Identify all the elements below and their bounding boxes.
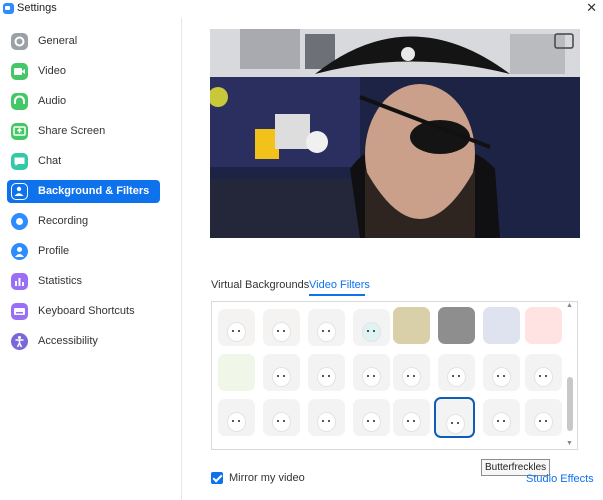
filter-face-icon [493, 413, 510, 431]
zoom-app-icon [3, 3, 14, 14]
camera-icon [11, 63, 28, 80]
window-title: Settings [17, 2, 57, 14]
filter-sleepy[interactable] [308, 354, 345, 391]
record-icon [11, 213, 28, 230]
filter-flower-crown[interactable] [483, 354, 520, 391]
profile-icon [11, 243, 28, 260]
filter-plant[interactable] [525, 307, 562, 344]
filter-unicorn-mask[interactable] [353, 309, 390, 346]
headphones-icon [11, 93, 28, 110]
settings-sidebar: General Video Audio Share Screen Chat Ba… [0, 18, 182, 500]
close-icon[interactable]: ✕ [586, 0, 597, 16]
title-bar: Settings ✕ [0, 0, 603, 18]
filter-frame-tv[interactable] [438, 307, 475, 344]
filter-unicorn-horn[interactable] [308, 309, 345, 346]
filter-sparkle[interactable] [438, 354, 475, 391]
sidebar-item-label: Share Screen [38, 125, 106, 137]
filter-mouse-ears[interactable] [263, 309, 300, 346]
filter-face-icon [493, 368, 510, 386]
filter-face-icon [318, 323, 335, 341]
filter-face-icon [447, 415, 464, 433]
sidebar-item-chat[interactable]: Chat [7, 150, 160, 173]
sidebar-item-label: Profile [38, 245, 70, 257]
filter-graduation-hat-dark[interactable] [525, 399, 562, 436]
person-background-icon [11, 183, 28, 200]
share-screen-icon [11, 123, 28, 140]
sidebar-item-label: Accessibility [38, 335, 98, 347]
active-tab-indicator [309, 294, 365, 296]
studio-effects-link[interactable]: Studio Effects [526, 473, 594, 485]
filter-sunglasses[interactable] [263, 354, 300, 391]
filter-black-hat[interactable] [483, 399, 520, 436]
filter-bandana[interactable] [353, 354, 390, 391]
accessibility-icon [11, 333, 28, 350]
filter-face-icon [535, 368, 552, 386]
keyboard-icon [11, 303, 28, 320]
scroll-up-arrow-icon[interactable]: ▲ [566, 302, 573, 309]
sidebar-item-label: Video [38, 65, 66, 77]
filter-face-icon [273, 413, 290, 431]
filter-bandit-hat[interactable] [393, 399, 430, 436]
filter-bird[interactable] [483, 307, 520, 344]
sidebar-item-accessibility[interactable]: Accessibility [7, 330, 160, 353]
sidebar-item-label: Audio [38, 95, 67, 107]
filter-beret[interactable] [308, 399, 345, 436]
video-filter-grid [211, 301, 578, 450]
sidebar-item-video[interactable]: Video [7, 60, 160, 83]
filter-face-icon [535, 413, 552, 431]
sidebar-item-recording[interactable]: Recording [7, 210, 160, 233]
mirror-video-checkbox[interactable] [211, 472, 223, 484]
filter-face-icon [363, 368, 380, 386]
sidebar-item-label: Background & Filters [38, 185, 150, 197]
filter-face-icon [318, 413, 335, 431]
filter-face-icon [228, 413, 245, 431]
filter-face-icon [318, 368, 335, 386]
sidebar-item-label: Recording [38, 215, 89, 227]
filter-chef-hat[interactable] [218, 399, 255, 436]
filter-face-icon [403, 368, 420, 386]
sidebar-item-profile[interactable]: Profile [7, 240, 160, 263]
filter-face-icon [363, 413, 380, 431]
filter-face-icon [273, 323, 290, 341]
sidebar-item-keyboard-shortcuts[interactable]: Keyboard Shortcuts [7, 300, 160, 323]
filter-frame-light[interactable] [393, 307, 430, 344]
sidebar-item-label: Keyboard Shortcuts [38, 305, 135, 317]
filter-face-icon [273, 368, 290, 386]
sidebar-item-label: Statistics [38, 275, 83, 287]
sidebar-item-label: General [38, 35, 78, 47]
scroll-down-arrow-icon[interactable]: ▼ [566, 440, 573, 447]
camera-feed-image [210, 29, 580, 238]
gear-icon [11, 33, 28, 50]
filter-grid-scrollbar[interactable]: ▲ ▼ [566, 302, 574, 448]
sidebar-item-label: Chat [38, 155, 62, 167]
filter-face-icon [363, 323, 380, 341]
filter-mustache[interactable] [353, 399, 390, 436]
statistics-icon [11, 273, 28, 290]
filter-face-icon [448, 368, 465, 386]
filter-face-icon [403, 413, 420, 431]
filter-face-icon [228, 323, 245, 341]
filter-graduation-cap[interactable] [263, 399, 300, 436]
filter-antenna[interactable] [393, 354, 430, 391]
filter-rainbow[interactable] [218, 354, 255, 391]
chat-icon [11, 153, 28, 170]
filter-bunny-ears[interactable] [218, 309, 255, 346]
filter-flower[interactable] [525, 354, 562, 391]
sidebar-item-general[interactable]: General [7, 30, 160, 53]
sidebar-item-audio[interactable]: Audio [7, 90, 160, 113]
sidebar-item-share-screen[interactable]: Share Screen [7, 120, 160, 143]
tab-video-filters[interactable]: Video Filters [309, 279, 370, 291]
filter-pirate-hat[interactable] [434, 397, 475, 438]
sidebar-item-background-filters[interactable]: Background & Filters [7, 180, 160, 203]
video-preview [210, 29, 580, 238]
scroll-thumb[interactable] [567, 377, 573, 431]
tab-virtual-backgrounds[interactable]: Virtual Backgrounds [211, 279, 309, 291]
sidebar-item-statistics[interactable]: Statistics [7, 270, 160, 293]
mirror-video-label[interactable]: Mirror my video [229, 472, 305, 484]
